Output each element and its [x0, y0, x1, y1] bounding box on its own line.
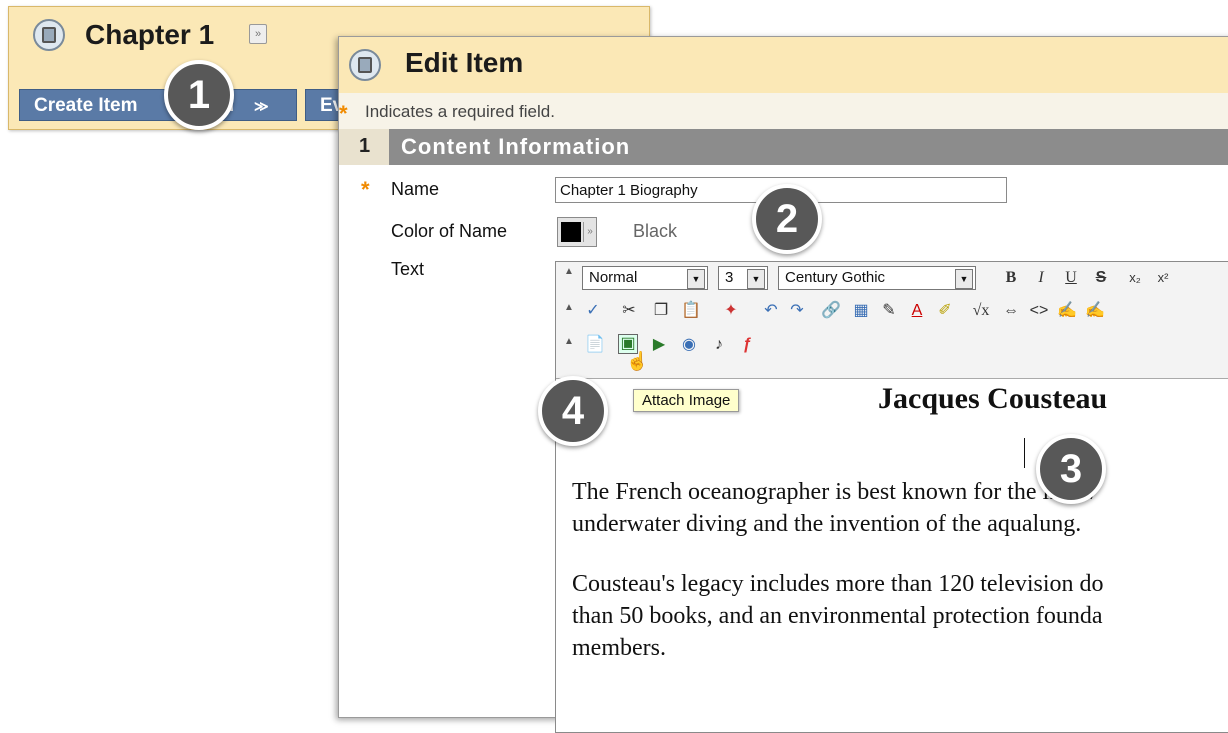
attach-file-icon[interactable]: 📄 — [584, 334, 606, 356]
attach-audio-icon[interactable]: ♪ — [708, 334, 730, 356]
collapse-row-icon[interactable]: ▲ — [564, 302, 574, 313]
format-select[interactable]: Normal ▼ — [582, 266, 708, 290]
subscript-button[interactable]: x₂ — [1124, 267, 1146, 289]
font-select[interactable]: Century Gothic ▼ — [778, 266, 976, 290]
collapse-row-icon[interactable]: ▲ — [564, 266, 574, 277]
required-note-row: * Indicates a required field. — [339, 93, 1228, 129]
embed-icon[interactable]: ⇔ — [1000, 300, 1022, 322]
cursor-hand-icon: ☝ — [626, 351, 649, 371]
toolbar-row-3: ▲ 📄 ▣ ▶ ◉ ♪ ƒ ☝ — [556, 330, 1228, 371]
format-select-value: Normal — [589, 269, 638, 286]
edit-item-header: Edit Item — [339, 37, 1228, 93]
attach-media-icon[interactable]: ▶ — [648, 334, 670, 356]
text-editor: ▲ Normal ▼ 3 ▼ Century Gothic ▼ B I U S … — [555, 261, 1228, 733]
chevron-down-icon: » — [583, 222, 596, 242]
size-select[interactable]: 3 ▼ — [718, 266, 768, 290]
required-star-icon: * — [361, 177, 370, 202]
size-select-value: 3 — [725, 269, 734, 286]
toolbar-row-1: ▲ Normal ▼ 3 ▼ Century Gothic ▼ B I U S … — [556, 262, 1228, 294]
section-number-box: 1 — [339, 129, 389, 165]
paste-icon[interactable]: 📋 — [680, 300, 702, 322]
insert-link-icon[interactable]: 🔗 — [820, 300, 842, 322]
clear-formatting-icon[interactable]: ✦ — [720, 300, 742, 322]
color-value: Black — [633, 221, 678, 241]
chevron-down-icon[interactable]: » — [249, 24, 267, 44]
name-label: Name — [391, 179, 440, 199]
text-label: Text — [391, 259, 425, 279]
required-note: Indicates a required field. — [365, 102, 555, 121]
callout-marker-4: 4 — [538, 376, 608, 446]
collapse-row-icon[interactable]: ▲ — [564, 336, 574, 347]
section-title: Content Information — [401, 134, 631, 159]
copy-icon[interactable]: ❐ — [650, 300, 672, 322]
section-number: 1 — [359, 135, 371, 157]
attach-flash-icon[interactable]: ƒ — [736, 334, 758, 356]
highlight-icon[interactable]: ✐ — [934, 300, 956, 322]
content-item-icon — [349, 49, 381, 81]
chevron-down-icon: ▼ — [687, 269, 705, 289]
callout-marker-1: 1 — [164, 60, 234, 130]
document-paragraph-2: Cousteau's legacy includes more than 120… — [572, 568, 1228, 664]
color-picker[interactable]: » — [557, 217, 597, 247]
attach-video-icon[interactable]: ◉ — [678, 334, 700, 356]
toolbar-row-2: ▲ ✓ ✂ ❐ 📋 ✦ ↶ ↷ 🔗 ▦ ✎ A ✐ √x ⇔ <> ✍ ✍ — [556, 296, 1228, 328]
spellcheck-doc-icon[interactable]: ✍ — [1084, 300, 1106, 322]
create-item-button[interactable]: Create Item ild ≫ — [19, 89, 297, 121]
html-code-icon[interactable]: <> — [1028, 300, 1050, 322]
chevron-down-icon: ▼ — [747, 269, 765, 289]
callout-marker-3: 3 — [1036, 434, 1106, 504]
preview-icon[interactable]: ✍ — [1056, 300, 1078, 322]
cut-icon[interactable]: ✂ — [618, 300, 640, 322]
paragraph-line: Cousteau's legacy includes more than 120… — [572, 571, 1104, 597]
create-item-label: Create Item — [34, 95, 138, 116]
superscript-button[interactable]: x² — [1152, 267, 1174, 289]
spellcheck-icon[interactable]: ✓ — [582, 300, 604, 322]
edit-item-panel: Edit Item * Indicates a required field. … — [338, 36, 1228, 733]
content-area-icon — [33, 19, 65, 51]
attach-image-tooltip: Attach Image — [633, 389, 740, 412]
required-star-icon: * — [339, 101, 348, 126]
bold-button[interactable]: B — [1000, 267, 1022, 289]
content-area-title: Chapter 1 — [85, 19, 215, 50]
document-paragraph-1: The French oceanographer is best known f… — [572, 476, 1228, 540]
chevron-down-icon: ≫ — [254, 98, 269, 114]
text-caret — [1024, 438, 1025, 468]
redo-icon[interactable]: ↷ — [786, 300, 808, 322]
chevron-down-icon: ▼ — [955, 269, 973, 289]
paragraph-line: The French oceanographer is best known f… — [572, 479, 1098, 505]
section-header: 1 Content Information — [339, 129, 1228, 165]
font-select-value: Century Gothic — [785, 269, 886, 286]
undo-icon[interactable]: ↶ — [760, 300, 782, 322]
pen-icon[interactable]: ✎ — [878, 300, 900, 322]
paragraph-line: underwater diving and the invention of t… — [572, 511, 1082, 537]
editor-toolbar: ▲ Normal ▼ 3 ▼ Century Gothic ▼ B I U S … — [556, 262, 1228, 379]
underline-button[interactable]: U — [1060, 267, 1082, 289]
color-of-name-label: Color of Name — [391, 221, 508, 241]
text-color-icon[interactable]: A — [906, 300, 928, 322]
page-title: Edit Item — [405, 47, 524, 78]
editor-content[interactable]: Jacques Cousteau The French oceanographe… — [558, 378, 1228, 728]
strikethrough-button[interactable]: S — [1090, 267, 1112, 289]
document-heading: Jacques Cousteau — [878, 382, 1108, 415]
color-swatch — [561, 222, 581, 242]
paragraph-line: than 50 books, and an environmental prot… — [572, 603, 1103, 629]
paragraph-line: members. — [572, 635, 666, 661]
math-equation-icon[interactable]: √x — [970, 300, 992, 322]
callout-marker-2: 2 — [752, 184, 822, 254]
italic-button[interactable]: I — [1030, 267, 1052, 289]
insert-table-icon[interactable]: ▦ — [850, 300, 872, 322]
